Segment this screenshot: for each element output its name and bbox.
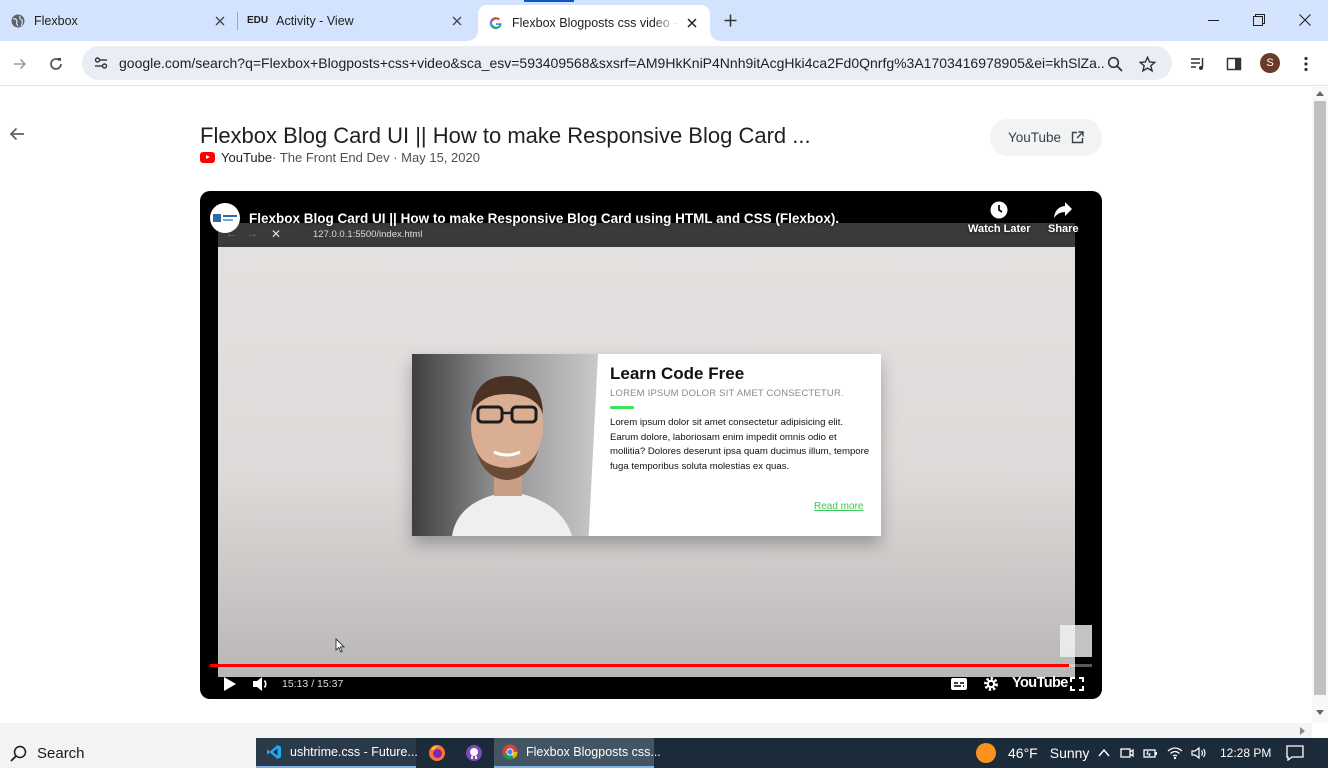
watch-later-button[interactable]: Watch Later: [968, 201, 1031, 235]
tab-loading-indicator: [524, 0, 574, 2]
card-read-more-link: Read more: [814, 501, 864, 512]
player-video-title[interactable]: Flexbox Blog Card UI || How to make Resp…: [249, 211, 839, 226]
share-arrow-icon: [1053, 201, 1073, 219]
taskbar-app-chrome[interactable]: Flexbox Blogposts css...: [494, 738, 661, 768]
progress-fill: [210, 664, 1070, 667]
site-settings-icon[interactable]: [90, 52, 112, 74]
profile-avatar[interactable]: S: [1260, 53, 1280, 73]
share-button[interactable]: Share: [1048, 201, 1079, 235]
fullscreen-icon[interactable]: [1067, 673, 1087, 695]
wifi-icon[interactable]: [1167, 745, 1183, 761]
firefox-icon[interactable]: [428, 738, 448, 768]
chevron-up-icon[interactable]: [1097, 746, 1111, 760]
forward-arrow-icon[interactable]: [8, 52, 32, 76]
address-bar[interactable]: google.com/search?q=Flexbox+Blogposts+cs…: [82, 46, 1172, 80]
sun-icon: [976, 743, 996, 763]
tab-activity-view[interactable]: EDU Activity - View: [247, 6, 465, 35]
tab-title: Flexbox Blogposts css video - G: [512, 16, 678, 30]
card-accent-line: [610, 406, 634, 409]
search-label: Search: [37, 744, 85, 762]
page-content: Flexbox Blog Card UI || How to make Resp…: [0, 87, 1312, 723]
volume-icon[interactable]: [250, 673, 272, 695]
watch-later-label: Watch Later: [968, 223, 1031, 235]
close-tab-icon[interactable]: [212, 13, 228, 29]
blog-card-preview: Learn Code Free LOREM IPSUM DOLOR SIT AM…: [412, 354, 881, 536]
video-player[interactable]: ←→ ✕ 127.0.0.1:5500/index.html Learn Cod…: [200, 191, 1102, 699]
bookmark-star-icon[interactable]: [1136, 53, 1158, 75]
open-button-label: YouTube: [1007, 130, 1062, 145]
vertical-scrollbar[interactable]: [1312, 87, 1328, 723]
taskbar-app-label: Flexbox Blogposts css...: [526, 745, 661, 759]
youtube-wordmark[interactable]: YouTube: [1012, 675, 1068, 691]
close-window-icon[interactable]: [1292, 8, 1318, 32]
youtube-logo-icon: [200, 152, 215, 163]
tab-strip: Flexbox EDU Activity - View Flexbox Blog…: [0, 0, 1328, 41]
weather-condition: Sunny: [1049, 745, 1090, 761]
share-label: Share: [1048, 223, 1079, 235]
taskbar-clock[interactable]: 12:28 PM: [1220, 746, 1271, 760]
tab-separator: [237, 12, 238, 30]
reload-icon[interactable]: [44, 52, 68, 76]
volume-speaker-icon[interactable]: [1191, 745, 1207, 761]
result-source-line: YouTube · The Front End Dev · May 15, 20…: [200, 150, 480, 165]
scrollbar-thumb[interactable]: [1314, 101, 1326, 695]
result-meta: · The Front End Dev · May 15, 2020: [272, 150, 480, 165]
more-menu-icon[interactable]: [1294, 52, 1318, 76]
restore-window-icon[interactable]: [1246, 8, 1272, 32]
back-arrow-icon[interactable]: [8, 125, 26, 143]
external-link-icon: [1071, 131, 1084, 144]
search-icon: [10, 745, 27, 762]
player-title-row: Flexbox Blog Card UI || How to make Resp…: [210, 203, 839, 233]
player-controls: 15:13 / 15:37 YouTube: [200, 669, 1102, 699]
globe-icon: [10, 13, 26, 29]
url-text[interactable]: google.com/search?q=Flexbox+Blogposts+cs…: [119, 55, 1104, 71]
tab-title: Activity - View: [276, 13, 354, 28]
taskbar-app-vscode[interactable]: ushtrime.css - Future...: [256, 738, 418, 768]
side-panel-icon[interactable]: [1222, 52, 1246, 76]
close-tab-icon[interactable]: [684, 15, 700, 31]
taskbar-app-label: ushtrime.css - Future...: [290, 745, 418, 759]
card-heading: Learn Code Free: [610, 364, 745, 383]
zoom-magnifier-icon[interactable]: [1104, 53, 1126, 75]
video-result-title[interactable]: Flexbox Blog Card UI || How to make Resp…: [200, 123, 811, 149]
mouse-cursor-icon: [335, 638, 345, 653]
weather-widget[interactable]: 46°F Sunny: [976, 743, 1089, 763]
horizontal-scrollbar[interactable]: [0, 723, 1312, 738]
open-in-youtube-button[interactable]: YouTube: [990, 119, 1102, 156]
progress-bar[interactable]: [210, 664, 1092, 667]
play-icon[interactable]: [220, 673, 240, 695]
subtitles-icon[interactable]: [948, 673, 970, 695]
tab-title: Flexbox: [34, 13, 78, 28]
clock-icon: [990, 201, 1008, 219]
github-icon[interactable]: [465, 738, 485, 768]
card-subheading: LOREM IPSUM DOLOR SIT AMET CONSECTETUR.: [610, 388, 844, 399]
google-icon: [488, 15, 504, 31]
source-name[interactable]: YouTube: [221, 150, 272, 165]
card-portrait-photo: [412, 354, 598, 536]
taskbar-search[interactable]: Search: [0, 738, 256, 768]
meet-now-icon[interactable]: [1119, 745, 1135, 761]
card-body-text: Lorem ipsum dolor sit amet consectetur a…: [610, 417, 870, 472]
tab-flexbox-blogposts[interactable]: Flexbox Blogposts css video - G: [468, 5, 720, 41]
vscode-icon: [266, 744, 282, 760]
chrome-icon: [502, 744, 518, 760]
new-tab-plus-icon[interactable]: [719, 9, 741, 31]
media-controls-icon[interactable]: [1186, 52, 1210, 76]
edu-icon: EDU: [247, 15, 269, 26]
settings-gear-icon[interactable]: [980, 673, 1002, 695]
system-tray: [1097, 745, 1207, 761]
weather-temp: 46°F: [1008, 745, 1038, 761]
channel-avatar[interactable]: [210, 203, 240, 233]
taskbar: Search ushtrime.css - Future... Flexbox …: [0, 738, 1328, 768]
browser-toolbar: google.com/search?q=Flexbox+Blogposts+cs…: [0, 41, 1328, 86]
time-display: 15:13 / 15:37: [282, 678, 344, 690]
video-frame[interactable]: ←→ ✕ 127.0.0.1:5500/index.html Learn Cod…: [218, 223, 1075, 677]
minimize-icon[interactable]: [1200, 8, 1226, 32]
channel-watermark[interactable]: [1060, 625, 1092, 657]
battery-plug-icon[interactable]: [1143, 745, 1159, 761]
tab-flexbox[interactable]: Flexbox: [10, 6, 228, 35]
close-tab-icon[interactable]: [449, 13, 465, 29]
notifications-icon[interactable]: [1286, 745, 1304, 761]
